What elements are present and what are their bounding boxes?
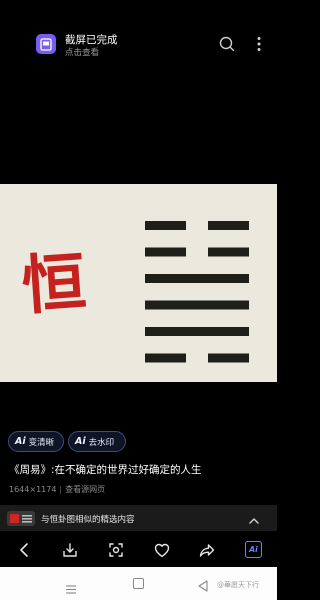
image-dimensions: 1644×1174 bbox=[9, 485, 57, 494]
hexagram-yin-line-segment bbox=[145, 353, 186, 363]
related-content-label: 与恒卦图相似的精选内容 bbox=[41, 515, 135, 525]
enhance-clarity-label: 变清晰 bbox=[28, 437, 55, 448]
system-back-icon[interactable] bbox=[198, 577, 208, 592]
hexagram-image[interactable]: 恒 bbox=[0, 184, 277, 382]
hexagram-yin-line-segment bbox=[145, 247, 186, 257]
share-icon[interactable] bbox=[197, 540, 217, 560]
search-icon[interactable] bbox=[218, 35, 236, 53]
screenshot-notification[interactable]: 截屏已完成 点击查看 bbox=[0, 0, 277, 70]
image-meta: 1644×1174 | 查看源网页 bbox=[9, 484, 105, 495]
hexagram-yin-line-segment bbox=[208, 247, 249, 257]
hexagram-artwork: 恒 bbox=[0, 184, 277, 382]
related-thumbnail bbox=[7, 511, 35, 526]
enhance-clarity-button[interactable]: Ai 变清晰 bbox=[8, 431, 64, 452]
related-content-bar[interactable]: 与恒卦图相似的精选内容 bbox=[0, 505, 277, 531]
hexagram-yang-line bbox=[145, 274, 249, 283]
remove-watermark-label: 去水印 bbox=[88, 437, 115, 448]
ai-icon: Ai bbox=[75, 436, 86, 447]
author-watermark: @華愿天下行 bbox=[217, 581, 259, 589]
scan-lens-icon[interactable] bbox=[106, 540, 126, 560]
ai-icon: Ai bbox=[15, 436, 26, 447]
ai-assistant-button[interactable]: Ai bbox=[245, 541, 262, 558]
recent-apps-icon[interactable] bbox=[66, 579, 76, 594]
remove-watermark-button[interactable]: Ai 去水印 bbox=[68, 431, 126, 452]
calligraphy-character: 恒 bbox=[19, 245, 88, 324]
home-icon[interactable] bbox=[133, 578, 144, 589]
hexagram-yin-line-segment bbox=[208, 353, 249, 363]
favorite-heart-icon[interactable] bbox=[152, 540, 172, 560]
download-icon[interactable] bbox=[60, 540, 80, 560]
meta-separator: | bbox=[59, 485, 63, 494]
system-navigation-bar: @華愿天下行 bbox=[0, 567, 277, 600]
chevron-up-icon[interactable] bbox=[248, 512, 260, 524]
notification-subtitle[interactable]: 点击查看 bbox=[65, 46, 99, 58]
hexagram-yang-line bbox=[145, 327, 249, 336]
hexagram-yin-line-segment bbox=[208, 221, 249, 230]
screen: 截屏已完成 点击查看 恒 Ai 变清晰 Ai 去水印 《周易》:在不确定的世界过… bbox=[0, 0, 277, 600]
image-title: 《周易》:在不确定的世界过好确定的人生 bbox=[9, 464, 202, 476]
hexagram-yin-line-segment bbox=[145, 221, 186, 230]
notification-title: 截屏已完成 bbox=[65, 34, 118, 46]
view-source-link[interactable]: 查看源网页 bbox=[65, 485, 105, 494]
screenshot-app-icon bbox=[36, 34, 56, 54]
bottom-toolbar: Ai bbox=[0, 534, 277, 566]
more-options-icon[interactable] bbox=[254, 34, 264, 54]
hexagram-yang-line bbox=[145, 300, 249, 310]
back-arrow-icon[interactable] bbox=[14, 540, 34, 560]
